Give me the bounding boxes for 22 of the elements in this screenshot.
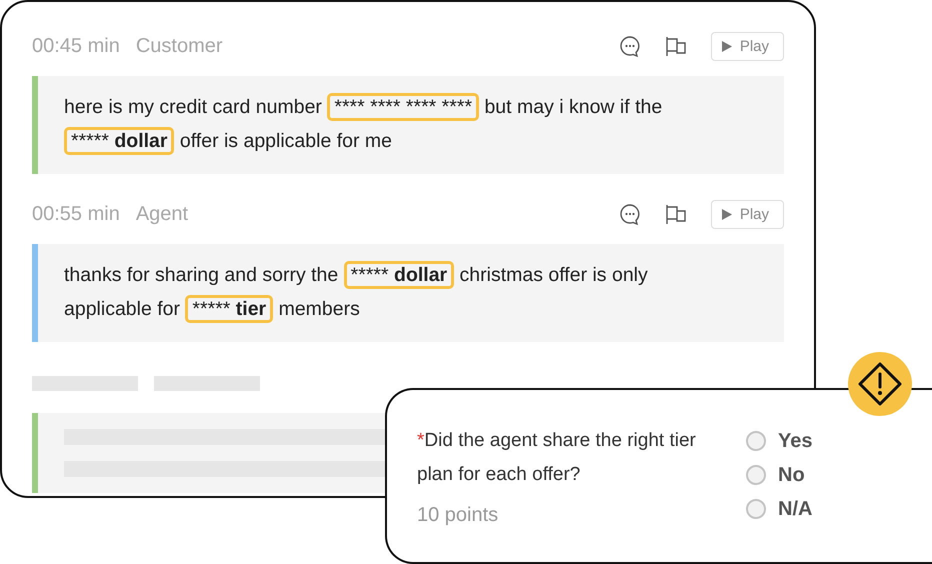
- play-icon: [722, 208, 732, 220]
- masked-text: ***** tier: [185, 295, 274, 323]
- flag-icon[interactable]: [664, 35, 687, 57]
- speaker-label: Agent: [136, 202, 188, 226]
- message-text: thanks for sharing and sorry the ***** dollar christmas offer is only applicable for ***** tier members: [38, 244, 784, 342]
- timestamp: 00:55 min: [32, 202, 120, 226]
- radio-option[interactable]: No: [746, 458, 812, 492]
- masked-text: **** **** **** ****: [327, 93, 480, 121]
- masked-text: ***** dollar: [344, 261, 454, 289]
- comment-icon[interactable]: [618, 203, 641, 225]
- message-text: here is my credit card number **** **** **** **** but may i know if the ***** dollar offer is applicable for me: [38, 76, 784, 174]
- radio-option[interactable]: Yes: [746, 424, 812, 458]
- timestamp: 00:45 min: [32, 34, 120, 58]
- play-icon: [722, 40, 732, 52]
- question-text: *Did the agent share the right tier plan for each offer?: [417, 429, 697, 487]
- comment-icon[interactable]: [618, 35, 641, 57]
- flag-icon[interactable]: [664, 203, 687, 225]
- speaker-label: Customer: [136, 34, 223, 58]
- masked-text: ***** dollar: [64, 127, 174, 155]
- radio-option[interactable]: N/A: [746, 492, 812, 526]
- points-label: 10 points: [417, 504, 500, 527]
- required-mark: *: [417, 430, 424, 451]
